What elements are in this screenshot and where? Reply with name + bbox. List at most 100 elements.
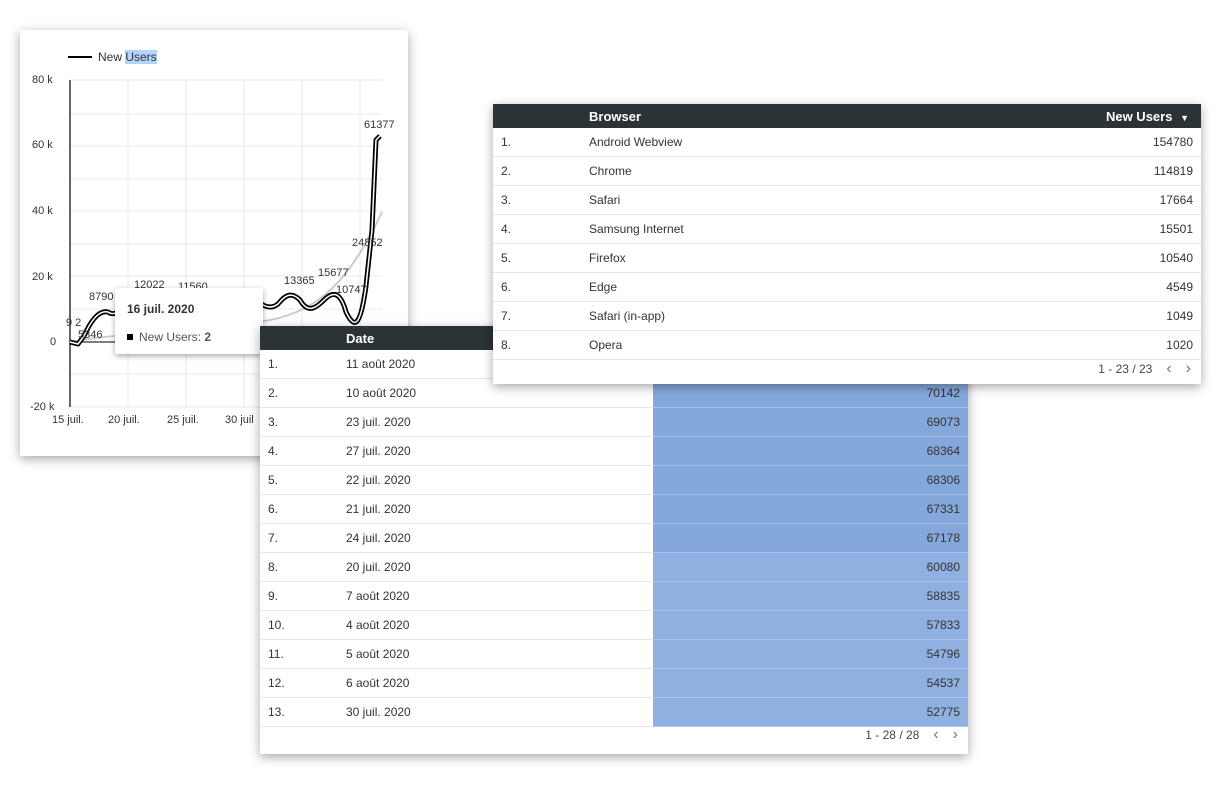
row-index: 5. bbox=[493, 243, 589, 273]
legend-line-swatch bbox=[68, 56, 92, 58]
date-table-row[interactable]: 11. 5 août 2020 54796 bbox=[260, 639, 968, 669]
row-date: 7 août 2020 bbox=[346, 581, 653, 611]
row-new-users-bar-cell: 54796 bbox=[653, 639, 968, 669]
browser-table-card: Browser New Users ▼ 1. Android Webview 154… bbox=[493, 104, 1201, 384]
row-index: 13. bbox=[260, 697, 346, 727]
series-square-icon bbox=[127, 334, 133, 340]
pager-text: 1 - 28 / 28 bbox=[865, 728, 920, 742]
row-new-users: 10540 bbox=[949, 243, 1201, 273]
row-date: 5 août 2020 bbox=[346, 639, 653, 669]
sort-desc-icon[interactable]: ▼ bbox=[1180, 113, 1189, 123]
row-date: 27 juil. 2020 bbox=[346, 436, 653, 466]
x-tick-label: 30 juil bbox=[225, 414, 254, 426]
date-table-row[interactable]: 6. 21 juil. 2020 67331 bbox=[260, 494, 968, 524]
data-label: 61377 bbox=[364, 119, 395, 131]
browser-table-row[interactable]: 1. Android Webview 154780 bbox=[493, 128, 1201, 157]
row-index: 4. bbox=[493, 214, 589, 244]
row-index: 12. bbox=[260, 668, 346, 698]
y-tick-label: -20 k bbox=[30, 401, 55, 413]
row-new-users-bar-cell: 68364 bbox=[653, 436, 968, 466]
row-new-users: 114819 bbox=[949, 156, 1201, 186]
header-index bbox=[493, 104, 589, 128]
x-tick-label: 25 juil. bbox=[167, 414, 199, 426]
row-date: 24 juil. 2020 bbox=[346, 523, 653, 553]
chevron-left-icon[interactable]: ‹ bbox=[1166, 360, 1171, 378]
date-table-row[interactable]: 8. 20 juil. 2020 60080 bbox=[260, 552, 968, 582]
row-index: 7. bbox=[493, 301, 589, 331]
browser-table-row[interactable]: 7. Safari (in-app) 1049 bbox=[493, 301, 1201, 331]
browser-table-row[interactable]: 8. Opera 1020 bbox=[493, 330, 1201, 360]
row-date: 30 juil. 2020 bbox=[346, 697, 653, 727]
row-browser: Safari bbox=[589, 185, 949, 215]
browser-table-row[interactable]: 3. Safari 17664 bbox=[493, 185, 1201, 215]
tooltip-series-label: New Users: 2 bbox=[139, 330, 212, 344]
header-index bbox=[260, 326, 346, 350]
row-new-users-bar-cell: 68306 bbox=[653, 465, 968, 495]
date-table-row[interactable]: 7. 24 juil. 2020 67178 bbox=[260, 523, 968, 553]
row-new-users-bar-cell: 52775 bbox=[653, 697, 968, 727]
chart-legend[interactable]: New Users bbox=[68, 50, 157, 64]
browser-table-row[interactable]: 2. Chrome 114819 bbox=[493, 156, 1201, 186]
browser-table-row[interactable]: 5. Firefox 10540 bbox=[493, 243, 1201, 273]
date-table-row[interactable]: 4. 27 juil. 2020 68364 bbox=[260, 436, 968, 466]
data-label: 9 2 bbox=[66, 317, 81, 329]
browser-table-header: Browser New Users ▼ bbox=[493, 104, 1201, 128]
header-new-users[interactable]: New Users ▼ bbox=[949, 104, 1201, 128]
row-index: 2. bbox=[260, 378, 346, 408]
row-browser: Opera bbox=[589, 330, 949, 360]
legend-label: New Users bbox=[98, 50, 157, 64]
row-date: 6 août 2020 bbox=[346, 668, 653, 698]
chevron-left-icon[interactable]: ‹ bbox=[933, 726, 938, 744]
data-label: 13365 bbox=[284, 275, 315, 287]
browser-table-row[interactable]: 4. Samsung Internet 15501 bbox=[493, 214, 1201, 244]
row-new-users: 1020 bbox=[949, 330, 1201, 360]
chevron-right-icon[interactable]: › bbox=[1186, 360, 1191, 378]
header-browser[interactable]: Browser bbox=[589, 104, 949, 128]
browser-table: Browser New Users ▼ 1. Android Webview 154… bbox=[493, 104, 1201, 360]
row-index: 6. bbox=[260, 494, 346, 524]
row-date: 21 juil. 2020 bbox=[346, 494, 653, 524]
date-table-row[interactable]: 9. 7 août 2020 58835 bbox=[260, 581, 968, 611]
chevron-right-icon[interactable]: › bbox=[953, 726, 958, 744]
row-index: 1. bbox=[493, 128, 589, 157]
browser-table-pager: 1 - 23 / 23 ‹ › bbox=[1098, 360, 1191, 378]
row-index: 2. bbox=[493, 156, 589, 186]
row-new-users: 4549 bbox=[949, 272, 1201, 302]
data-label: 15677 bbox=[318, 267, 349, 279]
date-table-row[interactable]: 12. 6 août 2020 54537 bbox=[260, 668, 968, 698]
y-tick-label: 0 bbox=[50, 336, 56, 348]
row-browser: Samsung Internet bbox=[589, 214, 949, 244]
browser-table-row[interactable]: 6. Edge 4549 bbox=[493, 272, 1201, 302]
row-index: 6. bbox=[493, 272, 589, 302]
date-table-row[interactable]: 3. 23 juil. 2020 69073 bbox=[260, 407, 968, 437]
date-table-pager: 1 - 28 / 28 ‹ › bbox=[865, 726, 958, 744]
pager-text: 1 - 23 / 23 bbox=[1098, 362, 1153, 376]
row-date: 20 juil. 2020 bbox=[346, 552, 653, 582]
row-index: 4. bbox=[260, 436, 346, 466]
x-tick-label: 20 juil. bbox=[108, 414, 140, 426]
row-new-users-bar-cell: 67178 bbox=[653, 523, 968, 553]
row-new-users: 154780 bbox=[949, 128, 1201, 157]
date-table-row[interactable]: 10. 4 août 2020 57833 bbox=[260, 610, 968, 640]
row-index: 9. bbox=[260, 581, 346, 611]
y-tick-label: 20 k bbox=[32, 271, 53, 283]
date-table-row[interactable]: 13. 30 juil. 2020 52775 bbox=[260, 697, 968, 727]
y-tick-label: 40 k bbox=[32, 205, 53, 217]
tooltip-title: 16 juil. 2020 bbox=[127, 302, 195, 316]
row-index: 3. bbox=[493, 185, 589, 215]
row-new-users-bar-cell: 60080 bbox=[653, 552, 968, 582]
row-browser: Firefox bbox=[589, 243, 949, 273]
row-index: 10. bbox=[260, 610, 346, 640]
row-date: 22 juil. 2020 bbox=[346, 465, 653, 495]
y-tick-label: 60 k bbox=[32, 139, 53, 151]
row-new-users: 17664 bbox=[949, 185, 1201, 215]
date-table: Date 1. 11 août 2020 2. 10 août 2020 70142 3.… bbox=[260, 326, 968, 727]
row-index: 8. bbox=[493, 330, 589, 360]
row-browser: Safari (in-app) bbox=[589, 301, 949, 331]
chart-ticks: 80 k 60 k 40 k 20 k 0 -20 k 15 juil. 20 … bbox=[30, 74, 254, 426]
y-tick-label: 80 k bbox=[32, 74, 53, 86]
date-table-card: Date 1. 11 août 2020 2. 10 août 2020 70142 3.… bbox=[260, 326, 968, 754]
date-table-row[interactable]: 5. 22 juil. 2020 68306 bbox=[260, 465, 968, 495]
row-index: 11. bbox=[260, 639, 346, 669]
row-date: 4 août 2020 bbox=[346, 610, 653, 640]
